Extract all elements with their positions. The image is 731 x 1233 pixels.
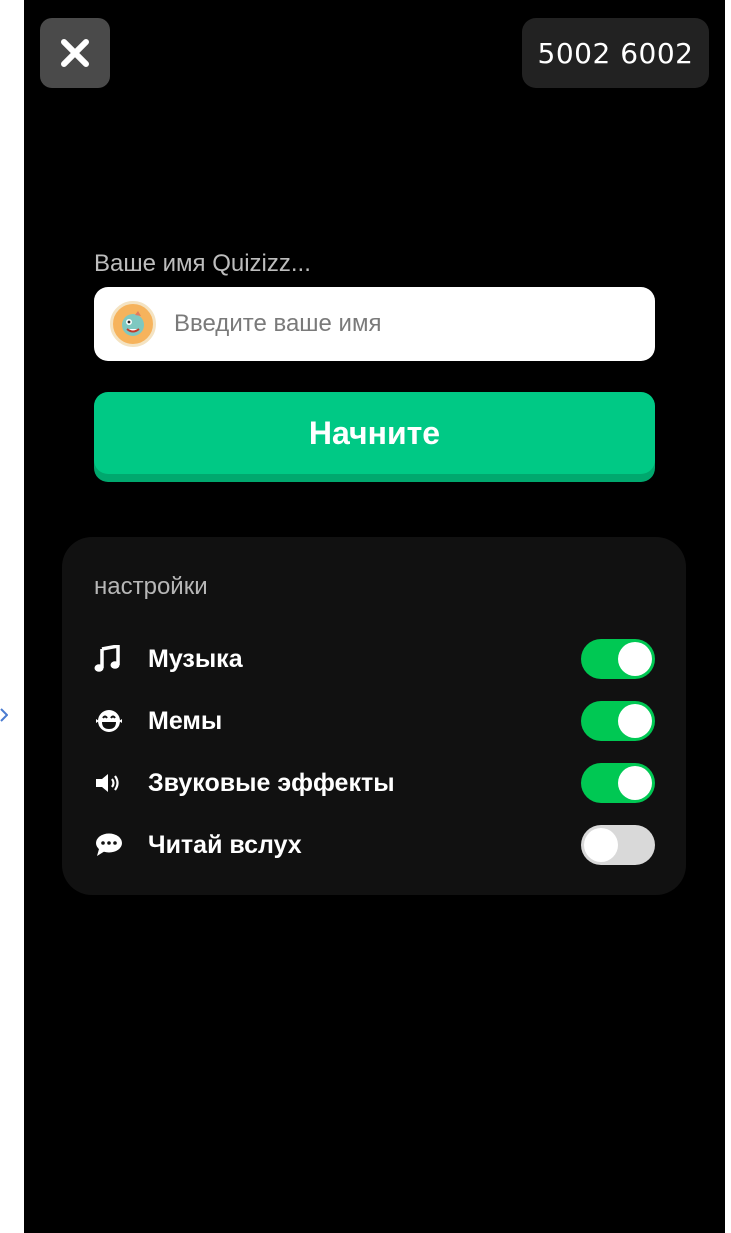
setting-label-memes: Мемы — [148, 706, 223, 735]
laughing-face-icon — [94, 706, 128, 736]
read-aloud-toggle[interactable] — [581, 825, 655, 865]
name-field[interactable] — [94, 287, 655, 361]
toggle-knob — [618, 642, 652, 676]
setting-label-music: Музыка — [148, 644, 243, 673]
setting-row-sound-effects: Звуковые эффекты — [94, 763, 655, 803]
chevron-right-icon — [0, 708, 8, 722]
setting-row-read-aloud: Читай вслух — [94, 825, 655, 865]
speech-bubble-icon — [94, 830, 128, 860]
game-code-badge: 5002 6002 — [522, 18, 709, 88]
avatar-icon — [110, 301, 156, 347]
sound-effects-toggle[interactable] — [581, 763, 655, 803]
toggle-knob — [584, 828, 618, 862]
toggle-knob — [618, 766, 652, 800]
start-button[interactable]: Начните — [94, 392, 655, 474]
toggle-knob — [618, 704, 652, 738]
start-button-label: Начните — [308, 414, 441, 451]
name-input[interactable] — [172, 309, 636, 339]
music-toggle[interactable] — [581, 639, 655, 679]
name-label: Ваше имя Quizizz... — [94, 250, 311, 277]
speaker-icon — [94, 768, 128, 798]
setting-row-music: Музыка — [94, 639, 655, 679]
close-icon — [61, 39, 89, 67]
setting-label-sound-effects: Звуковые эффекты — [148, 768, 395, 797]
memes-toggle[interactable] — [581, 701, 655, 741]
game-code: 5002 6002 — [537, 36, 694, 70]
settings-panel: настройки Музыка Мемы Звуковые эффекты Ч… — [62, 537, 686, 895]
join-screen: 5002 6002 Ваше имя Quizizz... Начните на… — [24, 0, 725, 1233]
settings-title: настройки — [94, 573, 208, 600]
music-note-icon — [94, 644, 128, 674]
setting-label-read-aloud: Читай вслух — [148, 830, 302, 859]
close-button[interactable] — [40, 18, 110, 88]
setting-row-memes: Мемы — [94, 701, 655, 741]
